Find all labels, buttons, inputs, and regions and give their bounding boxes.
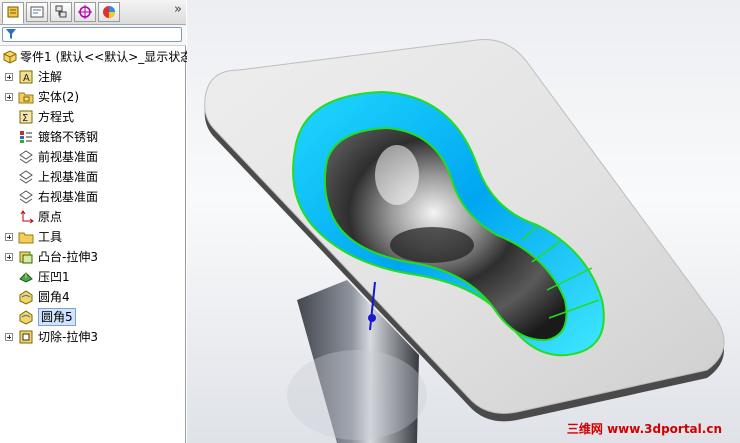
svg-text:A: A <box>23 73 30 84</box>
solid-bodies-icon <box>18 92 34 104</box>
configuration-icon <box>55 5 67 18</box>
appearance-sphere-icon <box>103 6 115 18</box>
material-icon <box>20 131 32 143</box>
display-manager-tab[interactable] <box>98 2 120 22</box>
property-manager-tab[interactable] <box>26 2 48 22</box>
watermark: 三维网 www.3dportal.cn <box>566 422 722 436</box>
tree-item-label: 前视基准面 <box>38 150 99 164</box>
indent-icon <box>19 272 33 283</box>
fillet-icon <box>19 310 33 325</box>
origin-icon <box>20 210 34 224</box>
annotations-icon: A <box>19 70 33 84</box>
tree-item-label: 圆角4 <box>38 290 70 304</box>
funnel-icon <box>6 29 16 39</box>
plane-icon <box>19 190 33 204</box>
equations-icon: Σ <box>19 110 33 124</box>
feature-manager-tab[interactable] <box>2 2 24 24</box>
expand-toggle[interactable] <box>5 73 13 81</box>
svg-text:Σ: Σ <box>22 113 28 124</box>
cut-extrude-icon <box>19 330 33 344</box>
tree-item-label: 注解 <box>38 70 63 84</box>
tree-item-label: 方程式 <box>38 110 75 124</box>
crosshair-icon <box>78 5 92 19</box>
tree-item-label: 工具 <box>38 230 63 244</box>
expand-toggle[interactable] <box>5 233 13 241</box>
model-render <box>204 38 725 443</box>
tree-item-label: 原点 <box>38 210 63 224</box>
tree-item-label: 镀铬不锈钢 <box>38 130 99 144</box>
expand-toggle[interactable] <box>5 93 13 101</box>
part-root-label: 零件1 (默认<<默认>_显示状态 <box>20 50 193 64</box>
tree-item-label: 右视基准面 <box>38 190 99 204</box>
expand-toggle[interactable] <box>5 333 13 341</box>
graphics-viewport[interactable]: 三维网 www.3dportal.cn <box>187 0 740 443</box>
dimxpert-tab[interactable] <box>74 2 96 22</box>
folder-icon <box>18 232 34 244</box>
part-icon <box>3 50 17 64</box>
tree-item-label: 凸台-拉伸3 <box>38 250 98 264</box>
configuration-manager-tab[interactable] <box>50 2 72 22</box>
feature-tree-icon <box>7 6 19 18</box>
fillet-icon <box>19 290 33 305</box>
tree-item-label: 压凹1 <box>38 270 70 284</box>
tree-item-label: 圆角5 <box>38 308 76 326</box>
filter-bar <box>0 25 186 46</box>
tree-item-label: 上视基准面 <box>38 170 99 184</box>
expand-toggle[interactable] <box>5 253 13 261</box>
feature-manager-panel: » 零件1 (默认<<默认>_显示状态 A 注解实体(2) Σ 方程式镀铬不锈钢前视基… <box>0 0 192 443</box>
plane-icon <box>19 150 33 164</box>
tree-item-label: 实体(2) <box>38 90 79 104</box>
property-icon <box>30 6 44 18</box>
more-tabs-button[interactable]: » <box>174 2 182 17</box>
plane-icon <box>19 170 33 184</box>
panel-tab-bar: » <box>0 0 186 25</box>
filter-input[interactable] <box>2 27 182 42</box>
boss-extrude-icon <box>19 251 33 264</box>
tree-item-label: 切除-拉伸3 <box>38 330 98 344</box>
